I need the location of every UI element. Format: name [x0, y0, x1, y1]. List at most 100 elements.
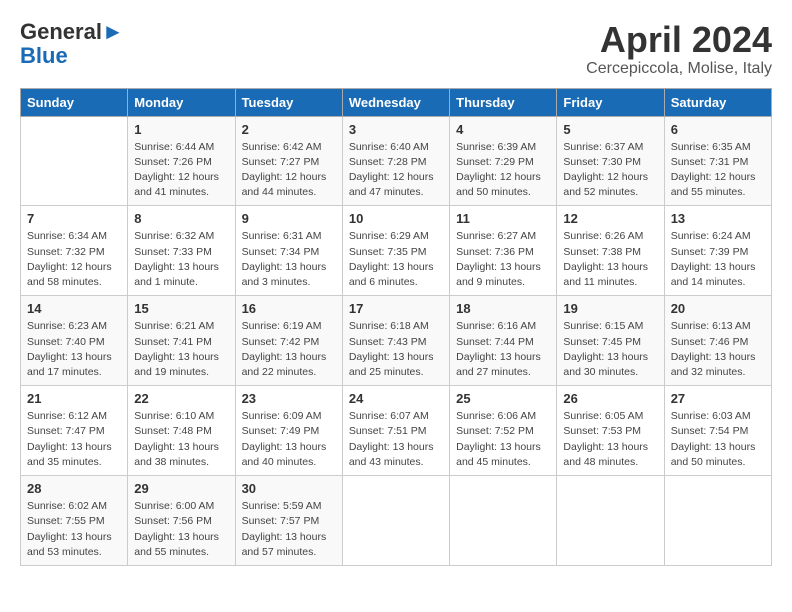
- day-info: Sunrise: 6:40 AMSunset: 7:28 PMDaylight:…: [349, 140, 443, 201]
- col-header-thursday: Thursday: [450, 88, 557, 116]
- day-number: 15: [134, 301, 228, 316]
- col-header-sunday: Sunday: [21, 88, 128, 116]
- calendar-cell: 2 Sunrise: 6:42 AMSunset: 7:27 PMDaylight…: [235, 116, 342, 206]
- day-number: 5: [563, 122, 657, 137]
- day-info: Sunrise: 6:26 AMSunset: 7:38 PMDaylight:…: [563, 229, 657, 290]
- calendar-header-row: SundayMondayTuesdayWednesdayThursdayFrid…: [21, 88, 772, 116]
- calendar-cell: 27 Sunrise: 6:03 AMSunset: 7:54 PMDayligh…: [664, 386, 771, 476]
- day-info: Sunrise: 6:32 AMSunset: 7:33 PMDaylight:…: [134, 229, 228, 290]
- day-info: Sunrise: 6:23 AMSunset: 7:40 PMDaylight:…: [27, 319, 121, 380]
- day-number: 24: [349, 391, 443, 406]
- calendar-cell: 23 Sunrise: 6:09 AMSunset: 7:49 PMDayligh…: [235, 386, 342, 476]
- day-number: 27: [671, 391, 765, 406]
- day-number: 25: [456, 391, 550, 406]
- calendar-cell: 5Sunrise: 6:37 AMSunset: 7:30 PMDaylight…: [557, 116, 664, 206]
- col-header-wednesday: Wednesday: [342, 88, 449, 116]
- day-number: 9: [242, 211, 336, 226]
- calendar-table: SundayMondayTuesdayWednesdayThursdayFrid…: [20, 88, 772, 566]
- calendar-cell: [557, 476, 664, 566]
- calendar-cell: 28 Sunrise: 6:02 AMSunset: 7:55 PMDayligh…: [21, 476, 128, 566]
- calendar-cell: 16 Sunrise: 6:19 AMSunset: 7:42 PMDayligh…: [235, 296, 342, 386]
- calendar-cell: [342, 476, 449, 566]
- calendar-cell: [21, 116, 128, 206]
- day-number: 3: [349, 122, 443, 137]
- day-number: 18: [456, 301, 550, 316]
- logo: General► Blue: [20, 20, 124, 68]
- day-info: Sunrise: 6:09 AMSunset: 7:49 PMDaylight:…: [242, 409, 336, 470]
- calendar-cell: 18Sunrise: 6:16 AMSunset: 7:44 PMDayligh…: [450, 296, 557, 386]
- logo-text: General►: [20, 20, 124, 44]
- day-number: 26: [563, 391, 657, 406]
- week-row-0: 1 Sunrise: 6:44 AMSunset: 7:26 PMDaylight…: [21, 116, 772, 206]
- calendar-cell: 21 Sunrise: 6:12 AMSunset: 7:47 PMDayligh…: [21, 386, 128, 476]
- week-row-1: 7 Sunrise: 6:34 AMSunset: 7:32 PMDaylight…: [21, 206, 772, 296]
- day-number: 2: [242, 122, 336, 137]
- day-info: Sunrise: 5:59 AMSunset: 7:57 PMDaylight:…: [242, 499, 336, 560]
- day-number: 1: [134, 122, 228, 137]
- day-number: 13: [671, 211, 765, 226]
- day-number: 14: [27, 301, 121, 316]
- day-info: Sunrise: 6:15 AMSunset: 7:45 PMDaylight:…: [563, 319, 657, 380]
- calendar-cell: 17Sunrise: 6:18 AMSunset: 7:43 PMDayligh…: [342, 296, 449, 386]
- week-row-3: 21 Sunrise: 6:12 AMSunset: 7:47 PMDayligh…: [21, 386, 772, 476]
- calendar-cell: 30 Sunrise: 5:59 AMSunset: 7:57 PMDayligh…: [235, 476, 342, 566]
- day-info: Sunrise: 6:10 AMSunset: 7:48 PMDaylight:…: [134, 409, 228, 470]
- day-info: Sunrise: 6:05 AMSunset: 7:53 PMDaylight:…: [563, 409, 657, 470]
- col-header-saturday: Saturday: [664, 88, 771, 116]
- day-number: 12: [563, 211, 657, 226]
- day-info: Sunrise: 6:03 AMSunset: 7:54 PMDaylight:…: [671, 409, 765, 470]
- day-number: 16: [242, 301, 336, 316]
- day-info: Sunrise: 6:35 AMSunset: 7:31 PMDaylight:…: [671, 140, 765, 201]
- day-info: Sunrise: 6:21 AMSunset: 7:41 PMDaylight:…: [134, 319, 228, 380]
- calendar-cell: 26 Sunrise: 6:05 AMSunset: 7:53 PMDayligh…: [557, 386, 664, 476]
- day-info: Sunrise: 6:02 AMSunset: 7:55 PMDaylight:…: [27, 499, 121, 560]
- day-number: 8: [134, 211, 228, 226]
- col-header-monday: Monday: [128, 88, 235, 116]
- day-number: 29: [134, 481, 228, 496]
- day-info: Sunrise: 6:29 AMSunset: 7:35 PMDaylight:…: [349, 229, 443, 290]
- day-info: Sunrise: 6:00 AMSunset: 7:56 PMDaylight:…: [134, 499, 228, 560]
- calendar-cell: 6 Sunrise: 6:35 AMSunset: 7:31 PMDaylight…: [664, 116, 771, 206]
- day-number: 20: [671, 301, 765, 316]
- calendar-cell: 3 Sunrise: 6:40 AMSunset: 7:28 PMDaylight…: [342, 116, 449, 206]
- day-info: Sunrise: 6:24 AMSunset: 7:39 PMDaylight:…: [671, 229, 765, 290]
- calendar-cell: 22 Sunrise: 6:10 AMSunset: 7:48 PMDayligh…: [128, 386, 235, 476]
- calendar-cell: 19Sunrise: 6:15 AMSunset: 7:45 PMDayligh…: [557, 296, 664, 386]
- day-info: Sunrise: 6:19 AMSunset: 7:42 PMDaylight:…: [242, 319, 336, 380]
- calendar-cell: 8 Sunrise: 6:32 AMSunset: 7:33 PMDaylight…: [128, 206, 235, 296]
- calendar-cell: 24 Sunrise: 6:07 AMSunset: 7:51 PMDayligh…: [342, 386, 449, 476]
- title-block: April 2024 Cercepiccola, Molise, Italy: [586, 20, 772, 78]
- day-number: 22: [134, 391, 228, 406]
- day-info: Sunrise: 6:39 AMSunset: 7:29 PMDaylight:…: [456, 140, 550, 201]
- day-info: Sunrise: 6:34 AMSunset: 7:32 PMDaylight:…: [27, 229, 121, 290]
- day-number: 10: [349, 211, 443, 226]
- calendar-cell: 9 Sunrise: 6:31 AMSunset: 7:34 PMDaylight…: [235, 206, 342, 296]
- calendar-cell: 1 Sunrise: 6:44 AMSunset: 7:26 PMDaylight…: [128, 116, 235, 206]
- calendar-cell: 29 Sunrise: 6:00 AMSunset: 7:56 PMDayligh…: [128, 476, 235, 566]
- day-number: 17: [349, 301, 443, 316]
- day-number: 4: [456, 122, 550, 137]
- day-info: Sunrise: 6:07 AMSunset: 7:51 PMDaylight:…: [349, 409, 443, 470]
- day-number: 28: [27, 481, 121, 496]
- calendar-cell: [664, 476, 771, 566]
- day-number: 30: [242, 481, 336, 496]
- week-row-2: 14 Sunrise: 6:23 AMSunset: 7:40 PMDayligh…: [21, 296, 772, 386]
- day-info: Sunrise: 6:42 AMSunset: 7:27 PMDaylight:…: [242, 140, 336, 201]
- day-number: 7: [27, 211, 121, 226]
- month-title: April 2024: [586, 20, 772, 60]
- day-number: 6: [671, 122, 765, 137]
- day-number: 21: [27, 391, 121, 406]
- day-info: Sunrise: 6:31 AMSunset: 7:34 PMDaylight:…: [242, 229, 336, 290]
- calendar-cell: 11Sunrise: 6:27 AMSunset: 7:36 PMDayligh…: [450, 206, 557, 296]
- day-info: Sunrise: 6:44 AMSunset: 7:26 PMDaylight:…: [134, 140, 228, 201]
- calendar-cell: [450, 476, 557, 566]
- day-number: 23: [242, 391, 336, 406]
- calendar-cell: 25Sunrise: 6:06 AMSunset: 7:52 PMDayligh…: [450, 386, 557, 476]
- col-header-friday: Friday: [557, 88, 664, 116]
- day-info: Sunrise: 6:12 AMSunset: 7:47 PMDaylight:…: [27, 409, 121, 470]
- calendar-cell: 7 Sunrise: 6:34 AMSunset: 7:32 PMDaylight…: [21, 206, 128, 296]
- calendar-cell: 13 Sunrise: 6:24 AMSunset: 7:39 PMDayligh…: [664, 206, 771, 296]
- day-info: Sunrise: 6:27 AMSunset: 7:36 PMDaylight:…: [456, 229, 550, 290]
- col-header-tuesday: Tuesday: [235, 88, 342, 116]
- calendar-cell: 4 Sunrise: 6:39 AMSunset: 7:29 PMDaylight…: [450, 116, 557, 206]
